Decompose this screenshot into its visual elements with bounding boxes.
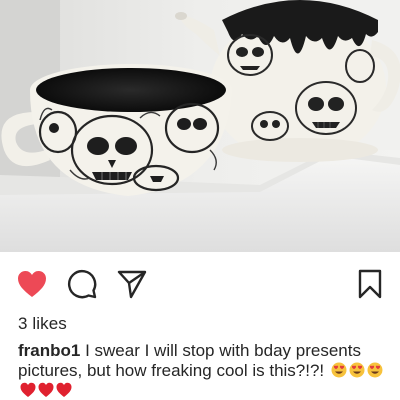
red-heart-emoji: [56, 382, 72, 397]
share-icon: [117, 270, 147, 299]
like-button[interactable]: [12, 262, 52, 306]
post-photo[interactable]: [0, 0, 400, 252]
post-caption: franbo1 I swear I will stop with bday pr…: [18, 341, 390, 400]
heart-eyes-emoji: [331, 362, 347, 378]
comment-icon: [67, 269, 97, 299]
red-heart-emoji: [38, 382, 54, 397]
bookmark-icon: [358, 269, 382, 299]
instagram-post: 3 likes franbo1 I swear I will stop with…: [0, 0, 400, 400]
comment-button[interactable]: [62, 262, 102, 306]
likes-count[interactable]: 3 likes: [18, 314, 67, 334]
skull-teaset-image: [0, 0, 400, 252]
heart-eyes-emoji: [349, 362, 365, 378]
heart-eyes-emoji: [367, 362, 383, 378]
share-button[interactable]: [112, 262, 152, 306]
post-actions-bar: [0, 262, 400, 306]
red-heart-emoji: [20, 382, 36, 397]
caption-username[interactable]: franbo1: [18, 341, 80, 360]
save-button[interactable]: [350, 262, 390, 306]
heart-icon: [18, 271, 46, 297]
